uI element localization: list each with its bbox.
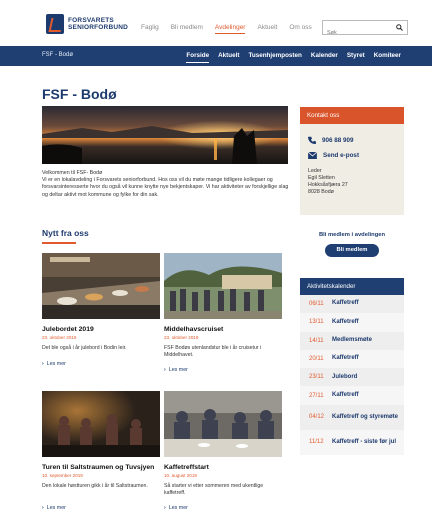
news-date: 23. oktober 2019 — [164, 335, 199, 340]
cruise-group-image[interactable] — [164, 253, 282, 319]
news-description: Så starter vi etter sommeren med ukentli… — [164, 483, 264, 496]
read-more-link[interactable]: Les mer — [164, 505, 188, 511]
event-title: Kaffetreff — [332, 318, 359, 325]
event-date: 23/11 — [309, 374, 324, 381]
news-title[interactable]: Turen til Saltstraumen og Tuvsjyen — [42, 464, 160, 471]
calendar-title: Aktivitetskalender — [300, 278, 404, 295]
top-nav-avdelinger[interactable]: Avdelinger — [214, 24, 246, 34]
site-logo[interactable]: FORSVARETS SENIORFORBUND — [46, 14, 128, 34]
event-date: 27/11 — [309, 392, 324, 399]
top-nav-faglig[interactable]: Faglig — [141, 24, 159, 34]
read-more-link[interactable]: Les mer — [42, 505, 66, 511]
calendar-event[interactable]: 13/11 Kaffetreff — [300, 313, 404, 332]
event-title: Kaffetreff — [332, 391, 359, 398]
nav-aktuelt[interactable]: Aktuelt — [218, 52, 239, 63]
kaffetreff-meeting-image[interactable] — [164, 391, 282, 457]
calendar-event[interactable]: 20/11 Kaffetreff — [300, 349, 404, 369]
join-button[interactable]: Bli medlem — [325, 244, 379, 257]
hero-sunset-image — [42, 106, 288, 164]
news-title[interactable]: Middelhavscruiset — [164, 326, 282, 333]
page-title: FSF - Bodø — [42, 86, 117, 102]
news-title[interactable]: Julebordet 2019 — [42, 326, 160, 333]
search-input[interactable] — [323, 26, 393, 40]
news-title[interactable]: Kaffetreffstart — [164, 464, 282, 471]
calendar-event[interactable]: 11/12 Kaffetreff - siste før jul — [300, 429, 404, 455]
nav-forside[interactable]: Forside — [186, 52, 210, 63]
nav-kalender[interactable]: Kalender — [311, 52, 338, 63]
email-link: Send e-post — [323, 152, 360, 159]
top-nav-bli-medlem[interactable]: Bli medlem — [171, 24, 203, 34]
event-date: 11/12 — [309, 439, 324, 446]
event-title: Julebord — [332, 373, 358, 380]
event-title: Kaffetreff og styremøte — [332, 413, 399, 420]
julebord-buffet-image[interactable] — [42, 253, 160, 319]
calendar-event[interactable]: 04/12 Kaffetreff og styremøte — [300, 404, 404, 430]
section-nav-bar: FSF - Bodø Forside Aktuelt Tusenhjempost… — [0, 46, 432, 66]
section-underline — [42, 242, 76, 244]
calendar-event[interactable]: 23/11 Julebord — [300, 368, 404, 387]
join-text-link[interactable]: Bli medlem i avdelingen — [300, 232, 404, 238]
calendar-event[interactable]: 06/11 Kaffetreff — [300, 295, 404, 314]
nav-tusenhjemposten[interactable]: Tusenhjemposten — [248, 52, 301, 63]
breadcrumb[interactable]: FSF - Bodø — [42, 52, 73, 58]
search-box — [322, 20, 408, 40]
logo-line-2: SENIORFORBUND — [68, 24, 129, 31]
contact-box: Kontakt oss 906 88 909 Send e-post Leder… — [300, 107, 404, 215]
activity-calendar: Aktivitetskalender 06/11 Kaffetreff 13/11 K… — [300, 278, 404, 455]
logo-line-1: FORSVARETS — [68, 17, 114, 24]
news-card: Julebordet 2019 23. oktober 2019 Det ble… — [42, 253, 160, 367]
read-more-link[interactable]: Les mer — [164, 367, 188, 373]
event-title: Kaffetreff — [332, 300, 359, 307]
news-card: Middelhavscruiset 23. oktober 2019 FSF B… — [164, 253, 282, 373]
email-row[interactable]: Send e-post — [308, 152, 359, 159]
contact-title: Kontakt oss — [300, 107, 404, 124]
saltstraumen-trip-image[interactable] — [42, 391, 160, 457]
news-description: FSF Bodøs utenlandstur ble i år cruisetu… — [164, 345, 262, 358]
event-date: 20/11 — [309, 356, 324, 363]
section-nav-links: Forside Aktuelt Tusenhjemposten Kalender… — [186, 52, 401, 63]
news-card: Turen til Saltstraumen og Tuvsjyen 10. s… — [42, 391, 160, 511]
read-more-link[interactable]: Les mer — [42, 361, 66, 367]
join-section: Bli medlem i avdelingen Bli medlem — [300, 232, 404, 257]
news-section-title: Nytt fra oss — [42, 228, 89, 238]
news-date: 23. oktober 2019 — [42, 335, 77, 340]
nav-styret[interactable]: Styret — [347, 52, 365, 63]
news-date: 10. september 2019 — [42, 473, 83, 478]
event-date: 06/11 — [309, 301, 324, 308]
contact-address: Leder Egil Sletten Hokksåsfjæra 27 8028 … — [308, 168, 348, 196]
phone-row[interactable]: 906 88 909 — [308, 136, 354, 144]
event-date: 04/12 — [309, 414, 325, 421]
calendar-event[interactable]: 14/11 Medlemsmøte — [300, 331, 404, 350]
search-icon[interactable] — [396, 24, 403, 31]
top-header: FORSVARETS SENIORFORBUND Faglig Bli medl… — [0, 0, 432, 44]
news-date: 10. august 2019 — [164, 473, 197, 478]
top-nav-aktuelt[interactable]: Aktuelt — [257, 24, 277, 34]
intro-text: Velkommen til FSF- Bodø Vi er en lokalav… — [42, 170, 289, 198]
news-description: Den lokale høstturen gikk i år til Salts… — [42, 483, 148, 489]
top-nav: Faglig Bli medlem Avdelinger Aktuelt Om … — [141, 24, 312, 34]
top-nav-om-oss[interactable]: Om oss — [289, 24, 311, 34]
news-description: Det ble også i år julebord i Bodin leir. — [42, 345, 127, 351]
event-title: Kaffetreff — [332, 355, 359, 362]
news-card: Kaffetreffstart 10. august 2019 Så start… — [164, 391, 282, 511]
calendar-event[interactable]: 27/11 Kaffetreff — [300, 386, 404, 405]
phone-number: 906 88 909 — [322, 136, 354, 144]
event-title: Kaffetreff - siste før jul — [332, 438, 397, 445]
logo-emblem-icon — [46, 14, 64, 34]
nav-komiteer[interactable]: Komiteer — [374, 52, 401, 63]
phone-icon — [308, 136, 316, 144]
envelope-icon — [308, 152, 317, 159]
event-date: 14/11 — [309, 337, 324, 344]
event-title: Medlemsmøte — [332, 336, 373, 343]
event-date: 13/11 — [309, 319, 324, 326]
